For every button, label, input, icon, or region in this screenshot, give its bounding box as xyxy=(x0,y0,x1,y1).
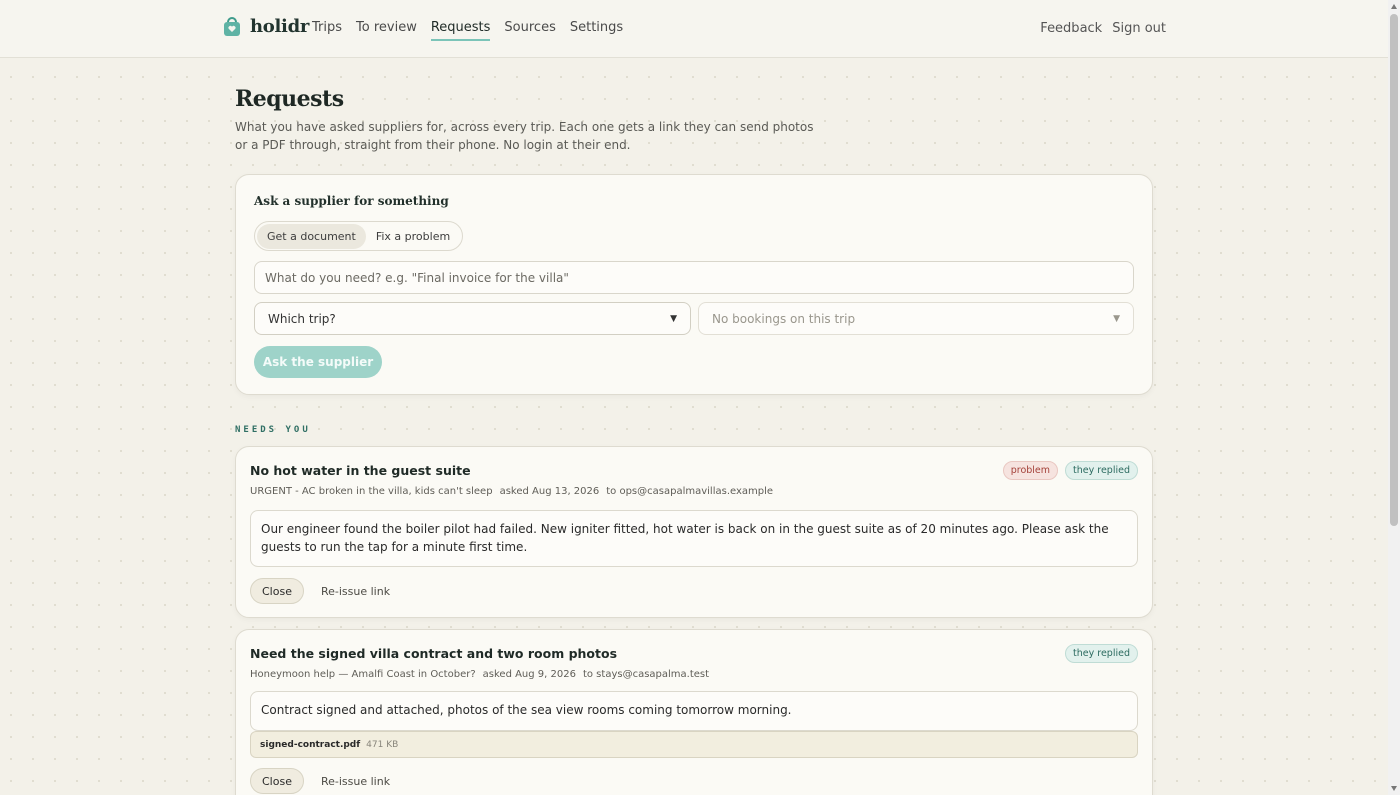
attachment-size: 471 KB xyxy=(366,739,399,750)
request-asked-date: asked Aug 9, 2026 xyxy=(482,669,576,680)
main-content: Requests What you have asked suppliers f… xyxy=(235,86,1153,795)
mode-fix-problem[interactable]: Fix a problem xyxy=(366,224,460,249)
supplier-reply: Contract signed and attached, photos of … xyxy=(250,691,1138,731)
page-title: Requests xyxy=(235,86,344,112)
reissue-link-button[interactable]: Re-issue link xyxy=(321,775,390,788)
trip-select[interactable]: Which trip? ▼ xyxy=(254,302,691,335)
main-nav: Trips To review Requests Sources Setting… xyxy=(312,20,623,41)
request-meta: URGENT - AC broken in the villa, kids ca… xyxy=(250,486,773,497)
request-trip: URGENT - AC broken in the villa, kids ca… xyxy=(250,486,493,497)
nav-requests[interactable]: Requests xyxy=(430,20,491,41)
request-recipient: to stays@casapalma.test xyxy=(582,669,710,680)
attachment-file[interactable]: signed-contract.pdf 471 KB xyxy=(250,731,1138,758)
top-navigation-bar: holidr Trips To review Requests Sources … xyxy=(0,0,1388,58)
sign-out-link[interactable]: Sign out xyxy=(1112,21,1166,36)
nav-to-review[interactable]: To review xyxy=(356,20,417,41)
close-request-button[interactable]: Close xyxy=(250,578,304,604)
reissue-link-button[interactable]: Re-issue link xyxy=(321,585,390,598)
chevron-down-icon: ▼ xyxy=(670,313,677,324)
request-actions: Close Re-issue link xyxy=(250,578,390,604)
request-badges: they replied xyxy=(1065,644,1138,663)
ask-card-heading: Ask a supplier for something xyxy=(254,194,449,208)
feedback-link[interactable]: Feedback xyxy=(1040,21,1102,36)
request-meta: Honeymoon help — Amalfi Coast in October… xyxy=(250,669,709,680)
request-card: No hot water in the guest suite problem … xyxy=(235,446,1153,618)
request-card: Need the signed villa contract and two r… xyxy=(235,629,1153,795)
booking-select-value: No bookings on this trip xyxy=(712,311,856,326)
request-trip: Honeymoon help — Amalfi Coast in October… xyxy=(250,669,476,680)
status-badge-replied: they replied xyxy=(1065,461,1138,480)
status-badge-problem: problem xyxy=(1002,461,1059,480)
request-type-toggle: Get a document Fix a problem xyxy=(254,221,464,251)
mode-get-document[interactable]: Get a document xyxy=(257,223,366,249)
booking-select[interactable]: No bookings on this trip ▼ xyxy=(698,302,1134,335)
request-actions: Close Re-issue link xyxy=(250,768,390,794)
ask-supplier-button[interactable]: Ask the supplier xyxy=(254,346,382,378)
nav-sources[interactable]: Sources xyxy=(504,20,555,41)
bag-heart-icon xyxy=(224,16,240,36)
scrollbar[interactable] xyxy=(1388,0,1400,795)
request-asked-date: asked Aug 13, 2026 xyxy=(499,486,600,497)
ask-supplier-card: Ask a supplier for something Get a docum… xyxy=(235,174,1153,395)
request-badges: problem they replied xyxy=(1002,461,1138,480)
chevron-down-icon: ▼ xyxy=(1113,313,1120,324)
scroll-up-arrow-icon[interactable] xyxy=(1391,4,1397,9)
need-input[interactable] xyxy=(254,261,1134,294)
section-label-needs-you: NEEDS YOU xyxy=(235,425,311,435)
trip-select-value: Which trip? xyxy=(268,311,336,326)
scroll-down-arrow-icon[interactable] xyxy=(1391,786,1397,791)
status-badge-replied: they replied xyxy=(1065,644,1138,663)
request-recipient: to ops@casapalmavillas.example xyxy=(606,486,774,497)
page-subtitle: What you have asked suppliers for, acros… xyxy=(235,120,814,152)
request-title: Need the signed villa contract and two r… xyxy=(250,646,618,661)
close-request-button[interactable]: Close xyxy=(250,768,304,794)
nav-settings[interactable]: Settings xyxy=(570,20,623,41)
account-nav: Feedback Sign out xyxy=(1040,21,1166,36)
brand[interactable]: holidr xyxy=(222,16,309,37)
request-title: No hot water in the guest suite xyxy=(250,463,471,478)
attachment-name: signed-contract.pdf xyxy=(260,739,361,750)
scrollbar-thumb[interactable] xyxy=(1390,14,1398,526)
nav-trips[interactable]: Trips xyxy=(312,20,342,41)
brand-name: holidr xyxy=(250,16,310,37)
supplier-reply: Our engineer found the boiler pilot had … xyxy=(250,510,1138,567)
